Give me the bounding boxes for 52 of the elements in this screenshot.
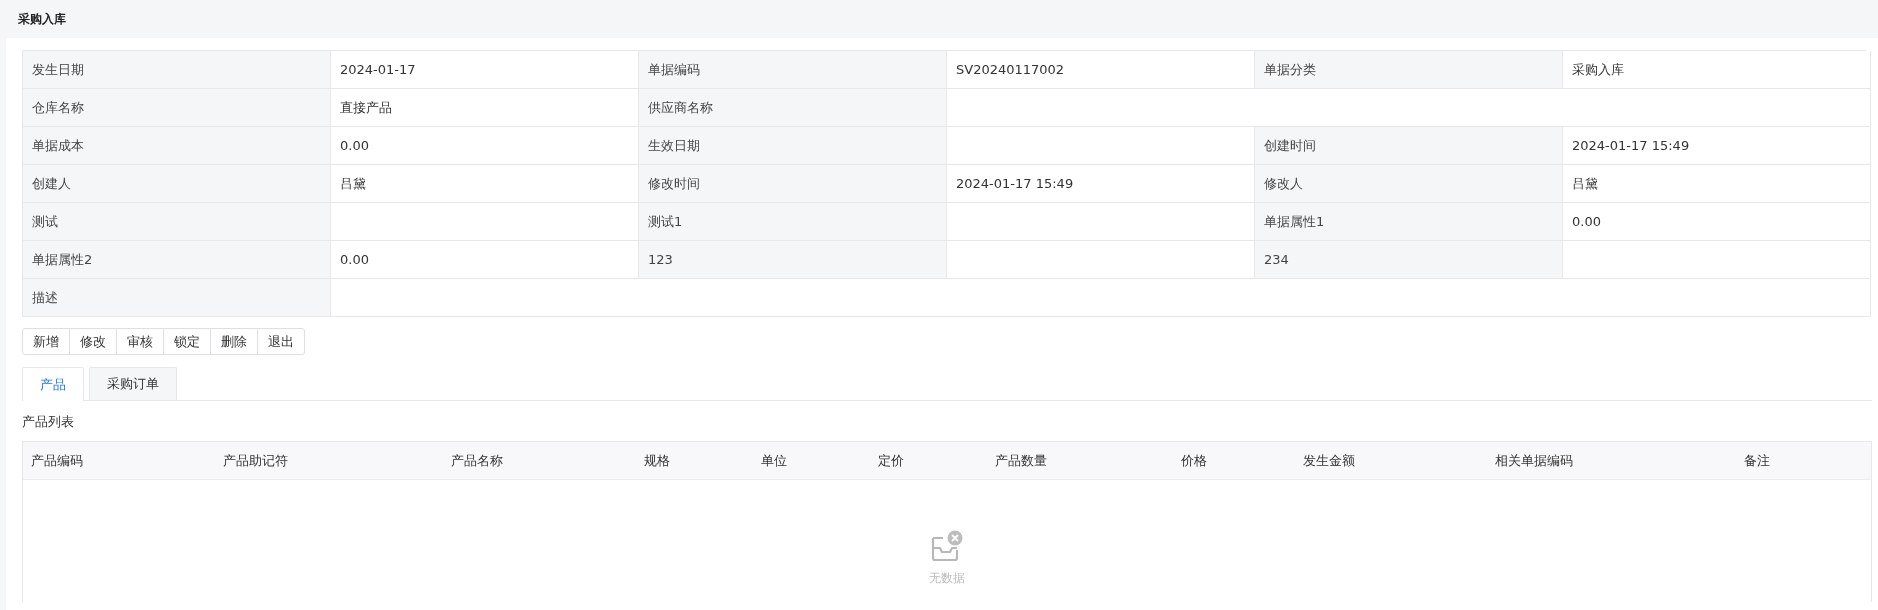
column-header: 单位 — [760, 451, 788, 470]
field-value: 0.00 — [331, 241, 639, 279]
toolbar-button[interactable]: 新增 — [22, 328, 70, 355]
field-value: 2024-01-17 15:49 — [947, 165, 1255, 203]
field-label: 修改人 — [1255, 165, 1563, 203]
field-value: 0.00 — [331, 127, 639, 165]
tab[interactable]: 产品 — [22, 367, 84, 401]
field-label: 234 — [1255, 241, 1563, 279]
field-label: 测试 — [23, 203, 331, 241]
field-label: 单据分类 — [1255, 51, 1563, 89]
field-value: 采购入库 — [1563, 51, 1871, 89]
column-header: 发生金额 — [1302, 451, 1356, 470]
field-label: 修改时间 — [639, 165, 947, 203]
toolbar-button[interactable]: 退出 — [257, 328, 305, 355]
empty-message: 无数据 — [929, 570, 965, 587]
column-header: 产品数量 — [994, 451, 1048, 470]
field-label: 描述 — [23, 279, 331, 317]
column-header: 价格 — [1180, 451, 1208, 470]
toolbar-button[interactable]: 锁定 — [163, 328, 211, 355]
column-header: 相关单据编码 — [1494, 451, 1574, 470]
field-value: 0.00 — [1563, 203, 1871, 241]
field-value: 2024-01-17 15:49 — [1563, 127, 1871, 165]
field-label: 测试1 — [639, 203, 947, 241]
field-label: 供应商名称 — [639, 89, 947, 127]
toolbar-button[interactable]: 删除 — [210, 328, 258, 355]
tab[interactable]: 采购订单 — [89, 367, 177, 400]
column-header: 规格 — [643, 451, 671, 470]
page-title: 采购入库 — [18, 10, 66, 28]
field-label: 单据编码 — [639, 51, 947, 89]
toolbar-button[interactable]: 审核 — [116, 328, 164, 355]
field-value: 吕黛 — [331, 165, 639, 203]
field-label: 单据属性2 — [23, 241, 331, 279]
empty-inbox-icon — [930, 530, 964, 562]
field-label: 发生日期 — [23, 51, 331, 89]
field-value: 直接产品 — [331, 89, 639, 127]
column-header: 产品助记符 — [222, 451, 289, 470]
column-header: 产品编码 — [30, 451, 84, 470]
field-label: 单据成本 — [23, 127, 331, 165]
field-label: 单据属性1 — [1255, 203, 1563, 241]
section-title: 产品列表 — [22, 413, 75, 431]
toolbar-button[interactable]: 修改 — [69, 328, 117, 355]
field-value: 吕黛 — [1563, 165, 1871, 203]
field-label: 生效日期 — [639, 127, 947, 165]
column-header: 定价 — [877, 451, 905, 470]
field-value: 2024-01-17 — [331, 51, 639, 89]
field-label: 创建人 — [23, 165, 331, 203]
field-value: SV20240117002 — [947, 51, 1255, 89]
field-label: 123 — [639, 241, 947, 279]
field-label: 仓库名称 — [23, 89, 331, 127]
field-label: 创建时间 — [1255, 127, 1563, 165]
column-header: 备注 — [1743, 451, 1771, 470]
column-header: 产品名称 — [450, 451, 504, 470]
